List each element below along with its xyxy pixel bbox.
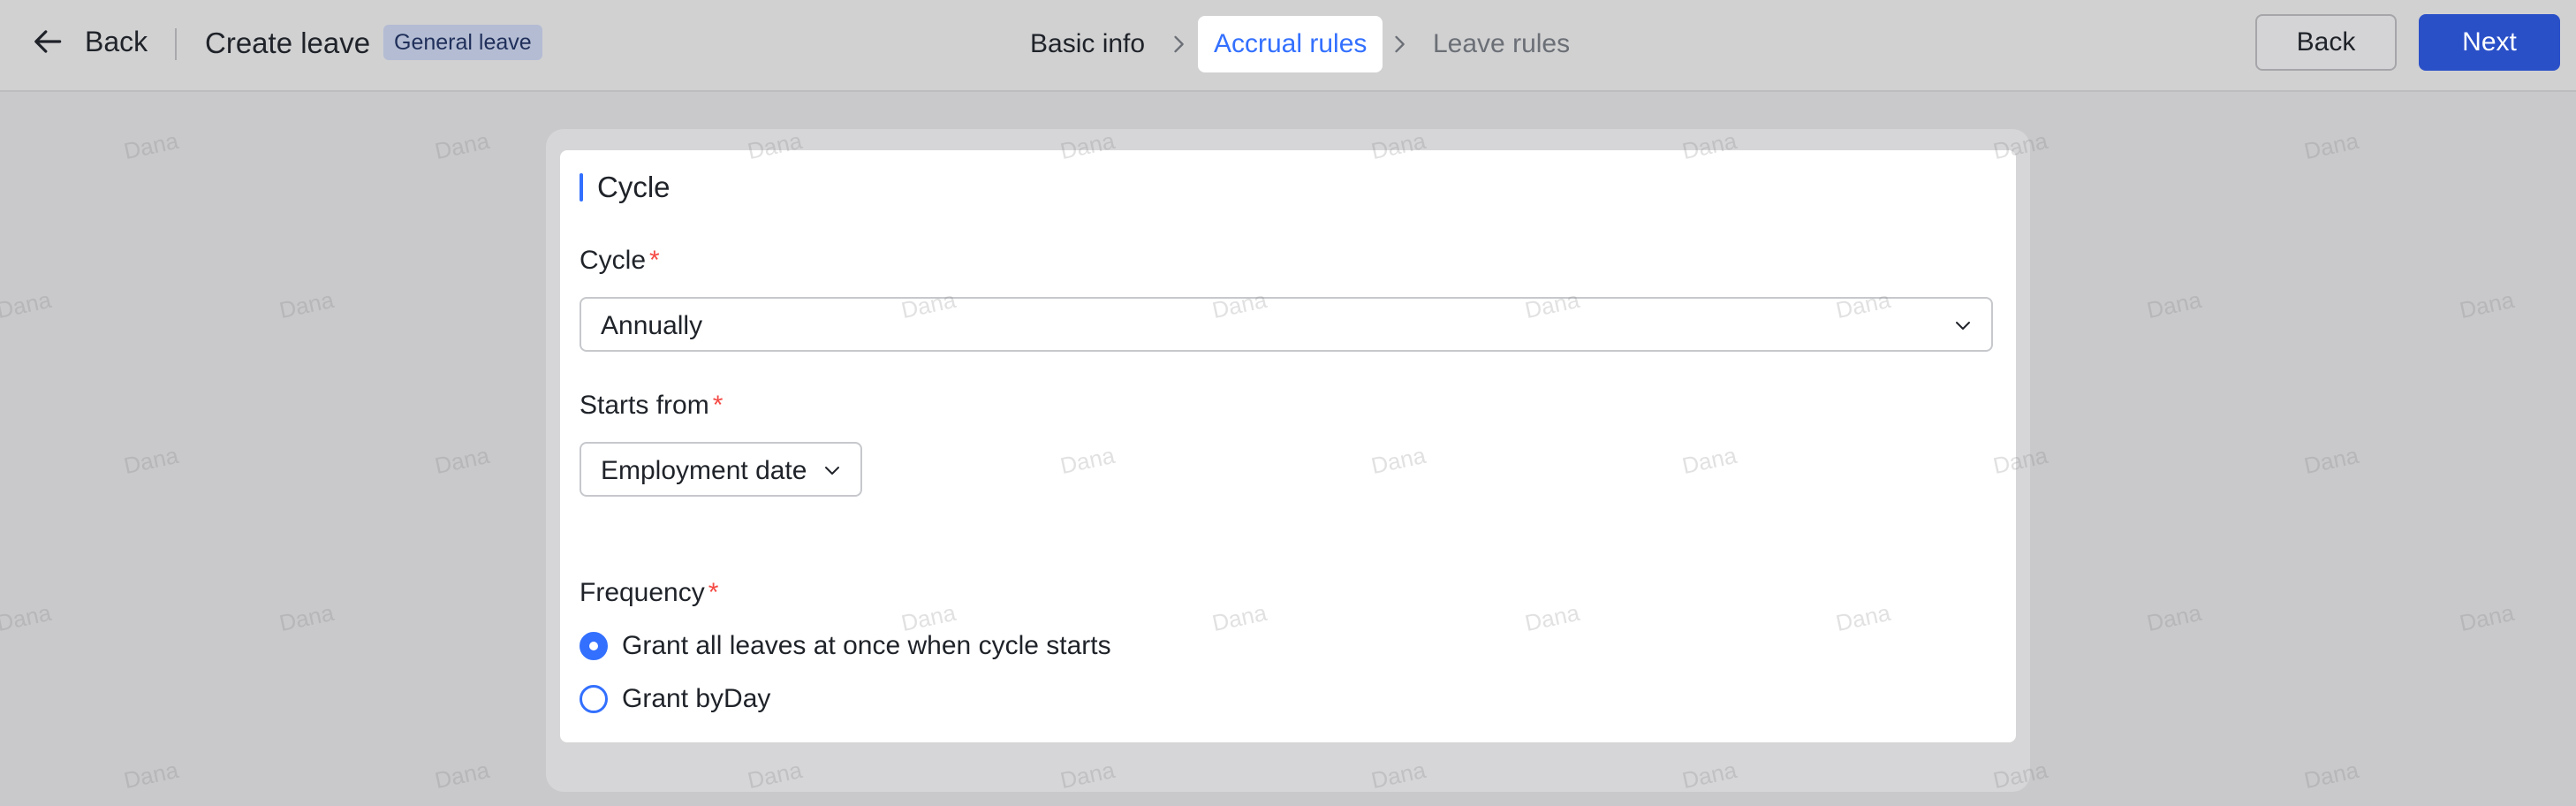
header-divider [175,28,177,60]
required-mark: * [712,391,724,420]
watermark: Dana [2301,756,2361,795]
watermark: Dana [2144,598,2204,637]
watermark: Dana [2144,285,2204,324]
frequency-option-by-day[interactable]: Grant byDay [580,684,770,714]
page-title: Create leave [205,27,371,59]
frequency-label: Frequency * [580,578,718,608]
arrow-left-icon [34,30,62,53]
watermark: Dana [2457,598,2517,637]
chevron-down-icon [825,467,839,475]
starts-from-label: Starts from * [580,391,723,421]
chevron-down-icon [1956,322,1970,330]
section-accent-bar [580,173,583,202]
step-accrual-rules[interactable]: Accrual rules [1198,16,1383,72]
cycle-label: Cycle * [580,246,660,276]
watermark: Dana [0,598,54,637]
watermark: Dana [432,441,492,480]
watermark: Dana [432,756,492,795]
watermark: Dana [0,285,54,324]
watermark: Dana [121,126,181,165]
starts-from-select[interactable]: Employment date [580,442,862,497]
watermark: Dana [277,598,337,637]
step-basic-info[interactable]: Basic info [1030,16,1145,72]
section-title-text: Cycle [597,171,671,203]
section-title: Cycle [580,170,671,205]
header-back-label: Back [85,25,148,57]
watermark: Dana [2457,285,2517,324]
frequency-option-label: Grant byDay [622,684,771,713]
required-mark: * [708,578,719,607]
cycle-select[interactable]: Annually [580,297,1993,352]
back-button[interactable]: Back [2255,14,2397,71]
chevron-right-icon [1174,35,1184,53]
top-bar: Back Create leave General leave Basic in… [0,0,2576,92]
starts-from-select-value: Employment date [601,456,807,485]
step-leave-rules[interactable]: Leave rules [1433,16,1570,72]
cycle-select-value: Annually [601,311,703,340]
watermark: Dana [2301,126,2361,165]
chevron-right-icon [1395,35,1405,53]
leave-type-tag: General leave [383,25,542,60]
watermark: Dana [2301,441,2361,480]
frequency-option-at-once[interactable]: Grant all leaves at once when cycle star… [580,631,1111,661]
frequency-option-label: Grant all leaves at once when cycle star… [622,631,1111,660]
required-mark: * [649,246,660,275]
frequency-label-text: Frequency [580,578,705,607]
watermark: Dana [121,756,181,795]
cycle-card: Cycle Cycle * Annually Starts from * Emplo… [560,150,2016,742]
radio-unchecked[interactable] [580,685,608,713]
starts-from-label-text: Starts from [580,391,709,420]
watermark: Dana [277,285,337,324]
next-button[interactable]: Next [2419,14,2560,71]
radio-checked[interactable] [580,632,608,660]
cycle-label-text: Cycle [580,246,647,275]
header-back-link[interactable]: Back [32,25,148,58]
watermark: Dana [432,126,492,165]
watermark: Dana [121,441,181,480]
